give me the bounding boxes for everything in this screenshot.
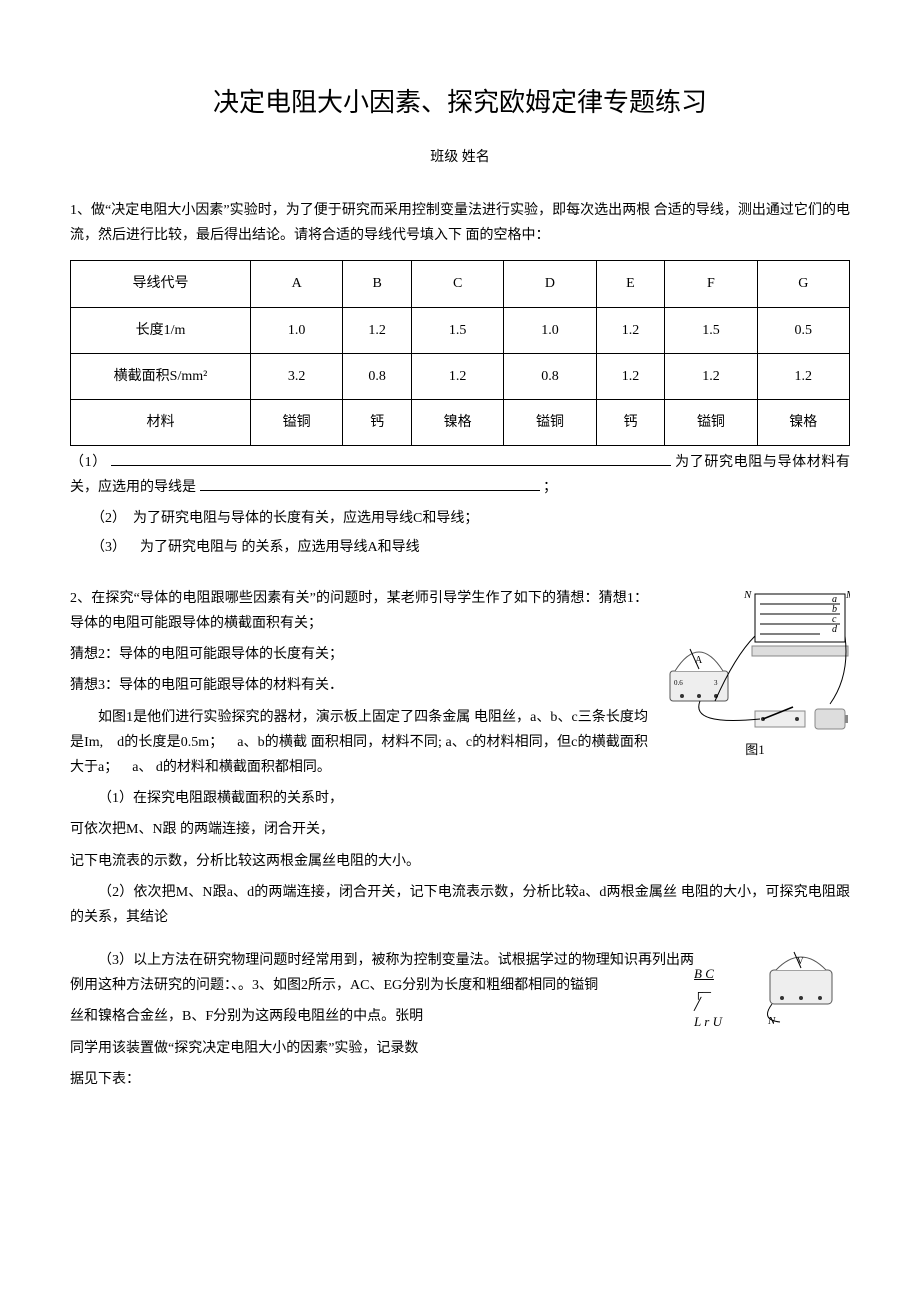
row-header: 长度1/m — [71, 307, 251, 353]
table-cell: 0.8 — [343, 353, 412, 399]
q1-item1: （1） 为了研究电阻与导体材料有关，应选用的导线是 ； — [70, 450, 850, 500]
q2-item3: （3）以上方法在研究物理问题时经常用到，被称为控制变量法。试根据学过的物理知识再… — [70, 948, 850, 998]
q2-item1a: （1）在探究电阻跟横截面积的关系时， — [70, 786, 850, 811]
q2-item1c: 记下电流表的示数，分析比较这两根金属丝电阻的大小。 — [70, 849, 850, 874]
table-cell: F — [665, 261, 757, 307]
table-cell: 1.2 — [757, 353, 849, 399]
row-header: 材料 — [71, 399, 251, 445]
wire-table: 导线代号ABCDEFG长度1/m1.01.21.51.01.21.50.5横截面… — [70, 260, 850, 446]
blank-line — [111, 452, 671, 466]
table-cell: 1.2 — [596, 307, 665, 353]
table-cell: 钙 — [596, 399, 665, 445]
svg-text:V: V — [797, 956, 804, 966]
table-cell: 3.2 — [251, 353, 343, 399]
table-cell: 1.2 — [343, 307, 412, 353]
table-cell: 1.2 — [411, 353, 503, 399]
table-cell: 镒铜 — [665, 399, 757, 445]
table-cell: 1.5 — [665, 307, 757, 353]
table-cell: 1.5 — [411, 307, 503, 353]
voltmeter-icon: V N — [750, 948, 850, 1026]
row-header: 横截面积S/mm² — [71, 353, 251, 399]
table-cell: 镍格 — [757, 399, 849, 445]
table-cell: G — [757, 261, 849, 307]
table-cell: 镒铜 — [251, 399, 343, 445]
q2-item3b: 丝和镍格合金丝，B、F分别为这两段电阻丝的中点。张明 — [70, 1004, 850, 1029]
row-header: 导线代号 — [71, 261, 251, 307]
q1-item2: （2） 为了研究电阻与导体的长度有关，应选用导线C和导线； — [91, 506, 850, 531]
q2-item3d: 据见下表： — [70, 1067, 850, 1092]
svg-text:M: M — [845, 589, 850, 601]
bc-label: B C — [694, 962, 722, 985]
table-cell: 镒铜 — [504, 399, 596, 445]
svg-text:0.6: 0.6 — [674, 679, 683, 687]
table-cell: 1.2 — [665, 353, 757, 399]
table-cell: D — [504, 261, 596, 307]
blank-line — [200, 477, 540, 491]
table-cell: E — [596, 261, 665, 307]
lru-label: L r U — [694, 1010, 722, 1033]
q2-item1b: 可依次把M、N跟 的两端连接，闭合开关， — [70, 817, 850, 842]
table-cell: 0.8 — [504, 353, 596, 399]
q1-item1-prefix: （1） — [70, 455, 107, 470]
q2-item3c: 同学用该装置做“探究决定电阻大小的因素”实验，记录数 — [70, 1036, 850, 1061]
svg-text:d: d — [832, 624, 838, 635]
apparatus-diagram-icon: N M a b c d A 0.6 3 — [660, 586, 850, 736]
q2-item2: （2）依次把M、N跟a、d的两端连接，闭合开关，记下电流表示数，分析比较a、d两… — [70, 880, 850, 930]
page-title: 决定电阻大小因素、探究欧姆定律专题练习 — [70, 80, 850, 127]
table-cell: 1.0 — [251, 307, 343, 353]
table-cell: 钙 — [343, 399, 412, 445]
table-cell: 0.5 — [757, 307, 849, 353]
table-cell: A — [251, 261, 343, 307]
figure-2: V N — [750, 948, 850, 1035]
svg-text:N: N — [743, 589, 752, 601]
header-class-name: 班级 姓名 — [70, 145, 850, 170]
table-cell: 1.0 — [504, 307, 596, 353]
table-cell: B — [343, 261, 412, 307]
svg-text:A: A — [695, 655, 703, 666]
table-cell: 镍格 — [411, 399, 503, 445]
table-cell: C — [411, 261, 503, 307]
figure-2-labels: B C ┌─╱ L r U — [694, 962, 722, 1033]
q1-item3: （3） 为了研究电阻与 的关系，应选用导线A和导线 — [91, 535, 850, 560]
figure-1-caption: 图1 — [660, 738, 850, 761]
q1-prompt: 1、做“决定电阻大小因素”实验时，为了便于研究而采用控制变量法进行实验，即每次选… — [70, 198, 850, 248]
figure-1: N M a b c d A 0.6 3 — [660, 586, 850, 761]
q1-item1-end: ； — [543, 480, 557, 495]
svg-text:N: N — [767, 1015, 776, 1026]
svg-text:3: 3 — [714, 679, 718, 687]
table-cell: 1.2 — [596, 353, 665, 399]
